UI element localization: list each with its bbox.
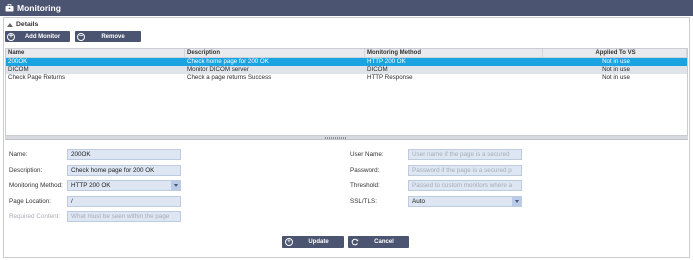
page-location-label: Page Location: [9, 198, 52, 205]
cell-method: HTTP Response [367, 74, 413, 81]
monitoring-method-label: Monitoring Method: [9, 182, 63, 189]
cancel-button[interactable]: Cancel [348, 236, 409, 248]
monitoring-method-select[interactable]: HTTP 200 OK [67, 180, 181, 191]
threshold-label: Threshold: [350, 182, 380, 189]
splitter-grip-icon[interactable] [325, 137, 347, 139]
panel-splitter[interactable] [5, 136, 688, 140]
cell-applied: Not in use [602, 58, 630, 65]
ssl-tls-value: Auto [412, 198, 425, 205]
required-content-label: Required Content: [9, 213, 61, 220]
table-header: Name Description Monitoring Method Appli… [6, 49, 687, 58]
page-location-field[interactable]: / [67, 196, 181, 207]
cell-name: 200OK [8, 58, 28, 65]
remove-button[interactable]: − Remove [75, 31, 141, 42]
description-field[interactable]: Check home page for 200 OK [67, 165, 181, 176]
user-name-field[interactable]: User name if the page is a secured [408, 149, 522, 160]
name-label: Name: [9, 151, 28, 158]
table-row[interactable]: DICOM Monitor DICOM server DICOM Not in … [6, 66, 687, 74]
refresh-icon [351, 238, 359, 246]
details-label: Details [16, 21, 39, 28]
column-header-name[interactable]: Name [6, 49, 185, 57]
cell-name: Check Page Returns [8, 74, 66, 81]
add-monitor-button[interactable]: + Add Monitor [5, 31, 70, 42]
cell-method: DICOM [367, 66, 388, 73]
monitoring-method-value: HTTP 200 OK [71, 182, 111, 189]
remove-label: Remove [101, 33, 125, 40]
update-button[interactable]: + Update [282, 236, 344, 248]
cell-applied: Not in use [602, 74, 630, 81]
cell-method: HTTP 200 OK [367, 58, 406, 65]
chevron-down-icon[interactable] [512, 197, 521, 206]
user-name-label: User Name: [350, 151, 384, 158]
collapse-triangle-icon[interactable] [7, 22, 13, 27]
window-title: Monitoring [17, 3, 61, 13]
briefcase-icon [5, 4, 14, 12]
chevron-down-icon[interactable] [171, 181, 180, 190]
column-header-description[interactable]: Description [185, 49, 365, 57]
column-header-applied[interactable]: Applied To VS [543, 49, 687, 57]
threshold-field[interactable]: Passed to custom monitors where a [408, 180, 522, 191]
minus-circle-icon: − [77, 32, 85, 41]
cell-description: Check a page returns Success [187, 74, 272, 81]
cell-name: DICOM [8, 66, 29, 73]
monitors-table: Name Description Monitoring Method Appli… [5, 48, 688, 136]
cancel-label: Cancel [374, 239, 394, 245]
password-field[interactable]: Password if the page is a secured p [408, 165, 522, 176]
required-content-field[interactable]: What must be seen within the page [67, 211, 181, 222]
ssl-tls-select[interactable]: Auto [408, 196, 522, 207]
table-row[interactable]: Check Page Returns Check a page returns … [6, 74, 687, 82]
cell-description: Check home page for 200 OK [187, 58, 269, 65]
password-label: Password: [350, 167, 380, 174]
name-field[interactable]: 200OK [67, 149, 181, 160]
details-header[interactable]: Details [7, 21, 38, 28]
add-monitor-label: Add Monitor [24, 33, 61, 40]
ssl-tls-label: SSL/TLS: [350, 198, 377, 205]
plus-circle-icon: + [7, 32, 15, 41]
cell-applied: Not in use [602, 66, 630, 73]
window-titlebar: Monitoring [0, 0, 693, 16]
plus-circle-icon: + [285, 238, 293, 246]
description-label: Description: [9, 167, 43, 174]
cell-description: Monitor DICOM server [187, 66, 249, 73]
table-row[interactable]: 200OK Check home page for 200 OK HTTP 20… [6, 58, 687, 66]
column-header-method[interactable]: Monitoring Method [365, 49, 543, 57]
update-label: Update [308, 239, 329, 245]
